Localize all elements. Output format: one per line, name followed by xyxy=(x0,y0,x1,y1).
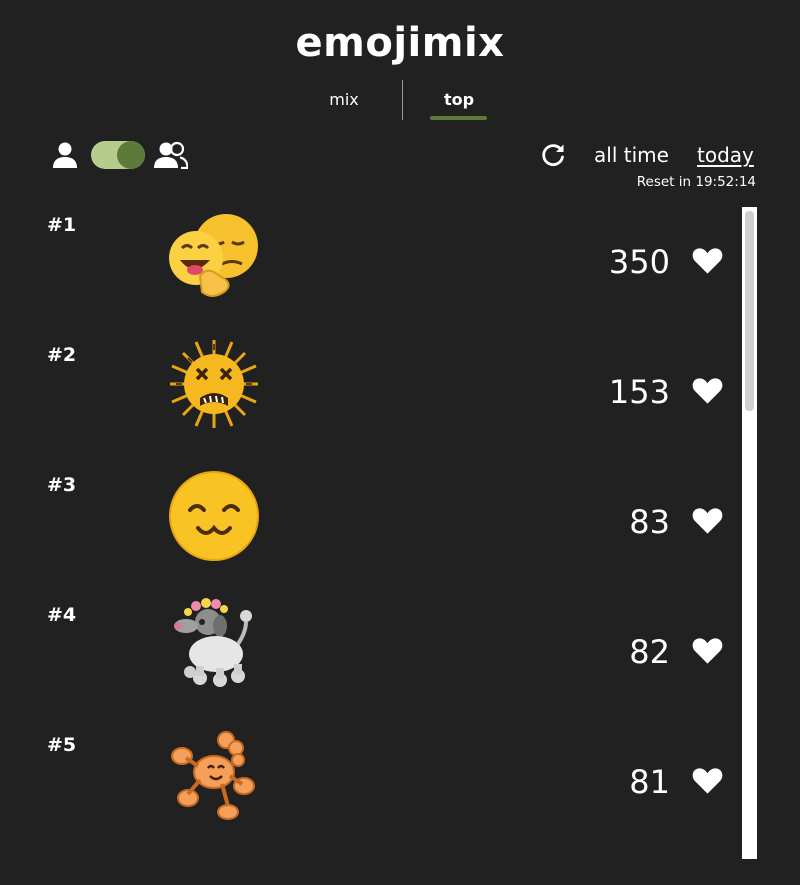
period-all-time[interactable]: all time xyxy=(594,142,669,168)
emoji-mix-image[interactable] xyxy=(166,596,262,692)
rank-label: #1 xyxy=(47,214,77,236)
period-today[interactable]: today xyxy=(697,142,754,168)
rank-label: #4 xyxy=(47,604,77,626)
rank-label: #5 xyxy=(47,734,77,756)
leaderboard-list: #1 350 #2 153 #3 83 #4 82 #5 81 xyxy=(0,200,740,880)
leaderboard-row: #1 350 xyxy=(0,200,740,330)
heart-icon[interactable] xyxy=(692,246,723,275)
app-title: emojimix xyxy=(295,20,505,66)
like-count: 83 xyxy=(629,503,670,541)
mode-toggle-knob xyxy=(117,141,145,169)
like-count: 82 xyxy=(629,633,670,671)
rank-label: #2 xyxy=(47,344,77,366)
leaderboard-row: #5 81 xyxy=(0,720,740,850)
emoji-mix-image[interactable] xyxy=(166,726,262,822)
leaderboard-row: #4 82 xyxy=(0,590,740,720)
tab-top[interactable]: top xyxy=(429,90,489,110)
rank-label: #3 xyxy=(47,474,77,496)
reset-countdown: Reset in 19:52:14 xyxy=(636,174,756,190)
leaderboard-row: #3 83 xyxy=(0,460,740,590)
active-tab-indicator xyxy=(430,116,487,120)
emoji-mix-image[interactable] xyxy=(166,206,262,302)
like-count: 153 xyxy=(608,373,670,411)
emoji-mix-image[interactable] xyxy=(166,466,262,562)
leaderboard-row: #2 153 xyxy=(0,330,740,460)
tab-mix[interactable]: mix xyxy=(314,90,374,110)
users-icon[interactable] xyxy=(154,141,188,169)
tab-bar: mix top xyxy=(0,78,800,122)
heart-icon[interactable] xyxy=(692,636,723,665)
like-count: 81 xyxy=(629,763,670,801)
emoji-mix-image[interactable] xyxy=(166,336,262,432)
scrollbar-thumb[interactable] xyxy=(745,211,754,411)
heart-icon[interactable] xyxy=(692,376,723,405)
tab-divider xyxy=(402,80,403,120)
like-count: 350 xyxy=(608,243,670,281)
refresh-icon[interactable] xyxy=(540,142,566,168)
heart-icon[interactable] xyxy=(692,766,723,795)
scrollbar[interactable] xyxy=(742,207,757,859)
mode-toggle-switch[interactable] xyxy=(91,141,145,169)
heart-icon[interactable] xyxy=(692,506,723,535)
user-icon[interactable] xyxy=(52,141,78,169)
